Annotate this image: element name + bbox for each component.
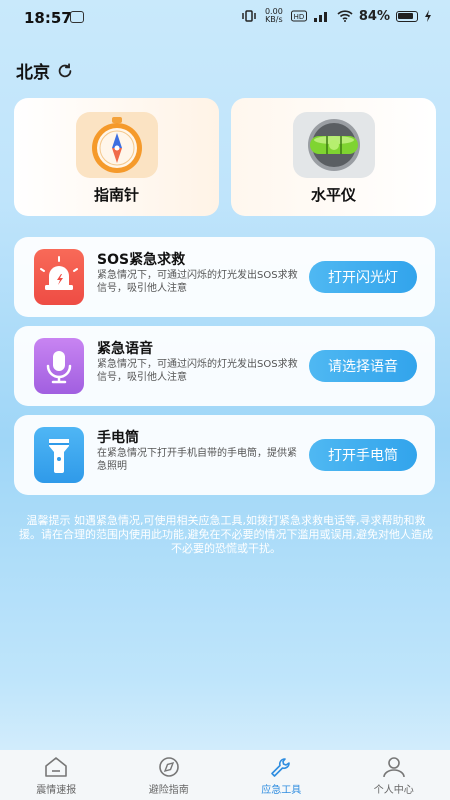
vibrate-icon [242,10,256,22]
battery-percent: 84% [358,8,390,24]
tab-label: 震情速报 [36,785,77,796]
refresh-icon[interactable] [56,62,74,80]
sos-card: SOS紧急求救 紧急情况下，可通过闪烁的灯光发出SOS求救信号，吸引他人注意 打… [14,237,435,317]
flashlight-title: 手电筒 [97,430,139,446]
battery-icon [396,10,418,22]
choose-voice-button[interactable]: 请选择语音 [309,350,417,382]
city-name: 北京 [16,63,50,83]
microphone-icon [34,338,84,394]
compass-icon [76,112,158,178]
tab-guide[interactable]: 避险指南 [113,750,226,800]
wrench-icon [271,758,291,777]
status-right: 0.00 KB/s HD 84% [241,8,432,24]
flashlight-icon [34,427,84,483]
notification-icon [70,11,84,23]
charging-icon [425,10,431,22]
voice-desc: 紧急情况下，可通过闪烁的灯光发出SOS求救信号，吸引他人注意 [97,359,298,383]
home-icon [45,757,68,777]
compass-icon [158,757,179,777]
level-icon [293,112,375,178]
tab-earthquake-report[interactable]: 震情速报 [0,750,113,800]
warm-tip: 温馨提示 如遇紧急情况,可使用相关应急工具,如拨打紧急求救电话等,寻求帮助和救援… [19,514,433,555]
sos-title: SOS紧急求救 [97,252,186,268]
user-icon [382,757,405,778]
level-card[interactable]: 水平仪 [231,98,436,216]
svg-text:HD: HD [294,13,305,21]
network-speed: 0.00 KB/s [264,7,283,24]
sos-desc: 紧急情况下，可通过闪烁的灯光发出SOS求救信号，吸引他人注意 [97,270,298,294]
level-label: 水平仪 [310,186,356,204]
bottom-tab-bar: 震情速报 避险指南 应急工具 个人中心 [0,750,450,800]
open-flash-button[interactable]: 打开闪光灯 [309,261,417,293]
flashlight-desc: 在紧急情况下打开手机自带的手电筒，提供紧急照明 [97,448,297,472]
status-time: 18:57 [24,9,72,27]
tab-label: 应急工具 [261,785,302,796]
status-bar: 18:57 0.00 KB/s HD 84% [0,0,450,36]
hd-icon: HD [290,10,307,22]
open-flashlight-button[interactable]: 打开手电筒 [309,439,417,471]
wifi-icon [337,10,353,22]
tab-profile[interactable]: 个人中心 [338,750,450,800]
compass-label: 指南针 [93,186,139,204]
voice-card: 紧急语音 紧急情况下，可通过闪烁的灯光发出SOS求救信号，吸引他人注意 请选择语… [14,326,435,406]
flashlight-card: 手电筒 在紧急情况下打开手机自带的手电筒，提供紧急照明 打开手电筒 [14,415,435,495]
voice-title: 紧急语音 [97,341,153,357]
city-selector[interactable]: 北京 [16,58,74,83]
tab-label: 个人中心 [373,785,414,796]
signal-icon [313,12,327,22]
compass-card[interactable]: 指南针 [14,98,219,216]
alarm-icon [34,249,84,305]
tab-label: 避险指南 [148,785,189,796]
tab-emergency-tools[interactable]: 应急工具 [225,750,338,800]
